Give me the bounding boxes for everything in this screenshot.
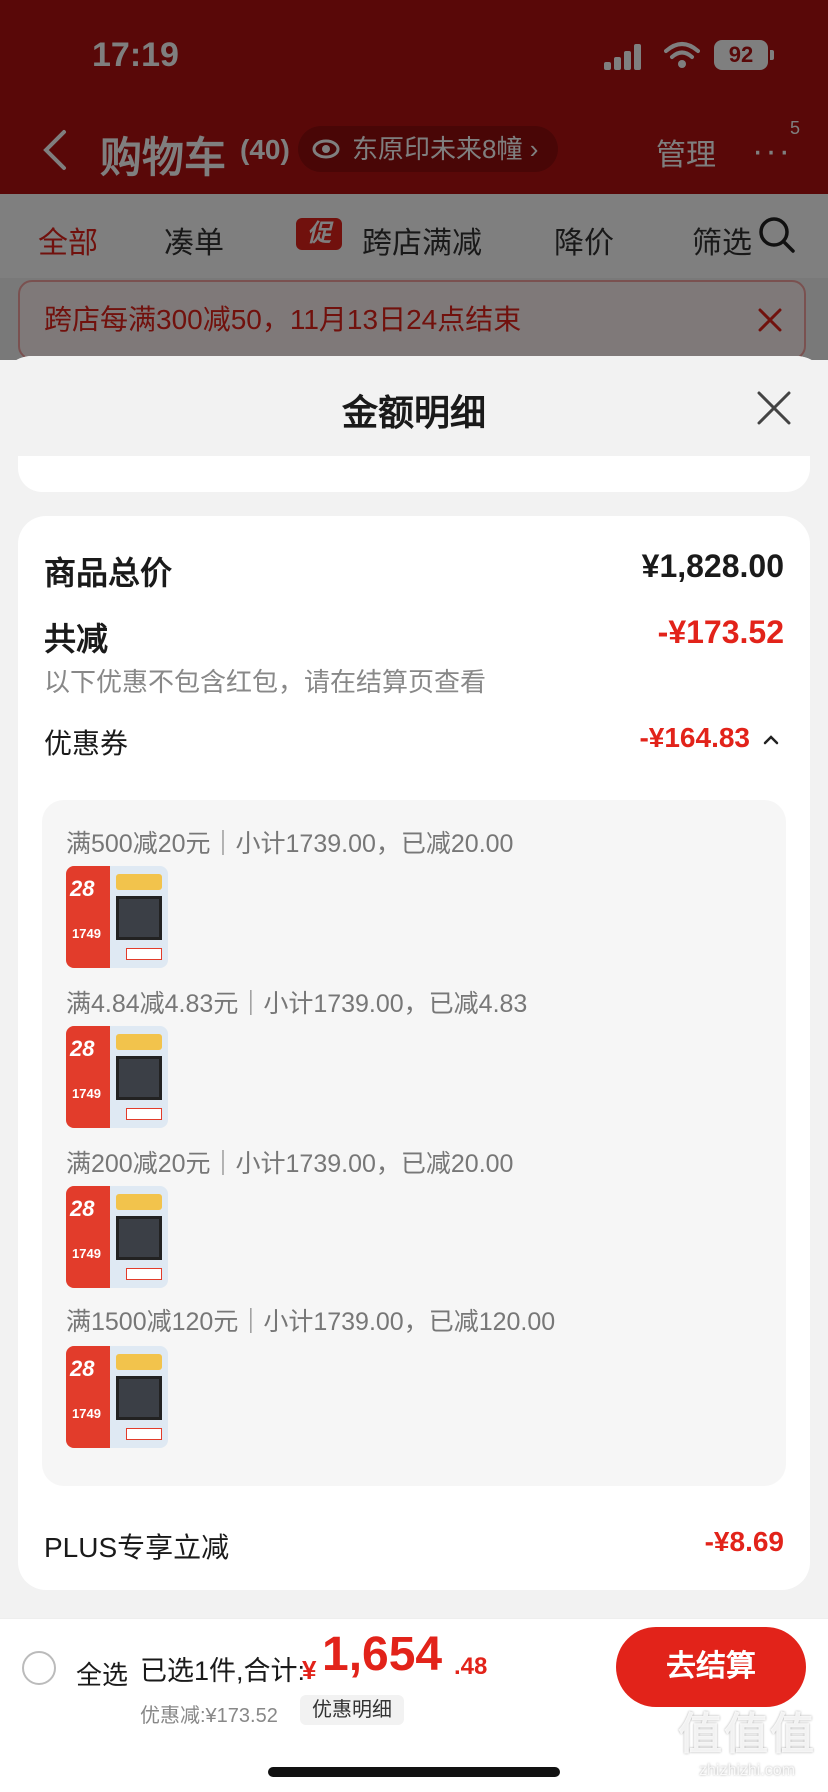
sheet-title: 金额明细 bbox=[341, 392, 486, 433]
checkout-button[interactable]: 去结算 bbox=[616, 1627, 806, 1707]
selected-summary: 已选1件,合计: bbox=[140, 1656, 306, 1686]
goods-total-label: 商品总价 bbox=[44, 555, 173, 591]
dim-overlay[interactable] bbox=[0, 0, 828, 360]
previous-card-edge bbox=[18, 456, 810, 492]
product-thumbnail: 28 1749 bbox=[66, 1026, 168, 1128]
plus-discount-label: PLUS专享立减 bbox=[44, 1532, 230, 1563]
total-currency: ¥ bbox=[302, 1655, 317, 1685]
coupon-line: 满4.84减4.83元｜小计1739.00，已减4.83 bbox=[66, 990, 528, 1018]
total-amount: 1,654 bbox=[322, 1628, 443, 1681]
discount-note: 以下优惠不包含红包，请在结算页查看 bbox=[44, 667, 487, 697]
coupon-line: 满200减20元｜小计1739.00，已减20.00 bbox=[66, 1150, 514, 1178]
close-icon[interactable] bbox=[756, 390, 792, 426]
amount-detail-card: 商品总价 ¥1,828.00 共减 -¥173.52 以下优惠不包含红包，请在结… bbox=[18, 516, 810, 1590]
discount-detail-button[interactable]: 优惠明细 bbox=[300, 1695, 404, 1725]
watermark-url: zhizhizhi.com bbox=[698, 1762, 796, 1779]
select-all-label[interactable]: 全选 bbox=[76, 1655, 128, 1692]
goods-total-value: ¥1,828.00 bbox=[641, 548, 784, 584]
product-thumbnail: 28 1749 bbox=[66, 1346, 168, 1448]
coupon-detail-box: 满500减20元｜小计1739.00，已减20.00 28 1749 满4.84减… bbox=[42, 800, 786, 1486]
coupon-line: 满500减20元｜小计1739.00，已减20.00 bbox=[66, 830, 514, 858]
total-discount-label: 共减 bbox=[44, 621, 109, 657]
watermark: 值值值 zhizhizhi.com bbox=[672, 1698, 822, 1788]
chevron-up-icon[interactable] bbox=[762, 734, 780, 746]
total-amount-decimal: .48 bbox=[454, 1653, 488, 1680]
amount-detail-sheet: 金额明细 商品总价 ¥1,828.00 共减 -¥173.52 以下优惠不包含红… bbox=[0, 356, 828, 1792]
plus-discount-value: -¥8.69 bbox=[704, 1526, 784, 1557]
sheet-header: 金额明细 bbox=[0, 356, 828, 456]
product-thumbnail: 28 1749 bbox=[66, 1186, 168, 1288]
coupon-label[interactable]: 优惠券 bbox=[44, 722, 128, 762]
coupon-value[interactable]: -¥164.83 bbox=[639, 722, 750, 754]
select-all-checkbox[interactable] bbox=[22, 1651, 56, 1685]
total-discount-value: -¥173.52 bbox=[657, 614, 784, 650]
coupon-line: 满1500减120元｜小计1739.00，已减120.00 bbox=[66, 1308, 556, 1336]
home-indicator bbox=[268, 1767, 560, 1777]
watermark-logo: 值值值 bbox=[678, 1710, 816, 1759]
product-thumbnail: 28 1749 bbox=[66, 866, 168, 968]
discount-summary: 优惠减:¥173.52 bbox=[140, 1705, 278, 1727]
